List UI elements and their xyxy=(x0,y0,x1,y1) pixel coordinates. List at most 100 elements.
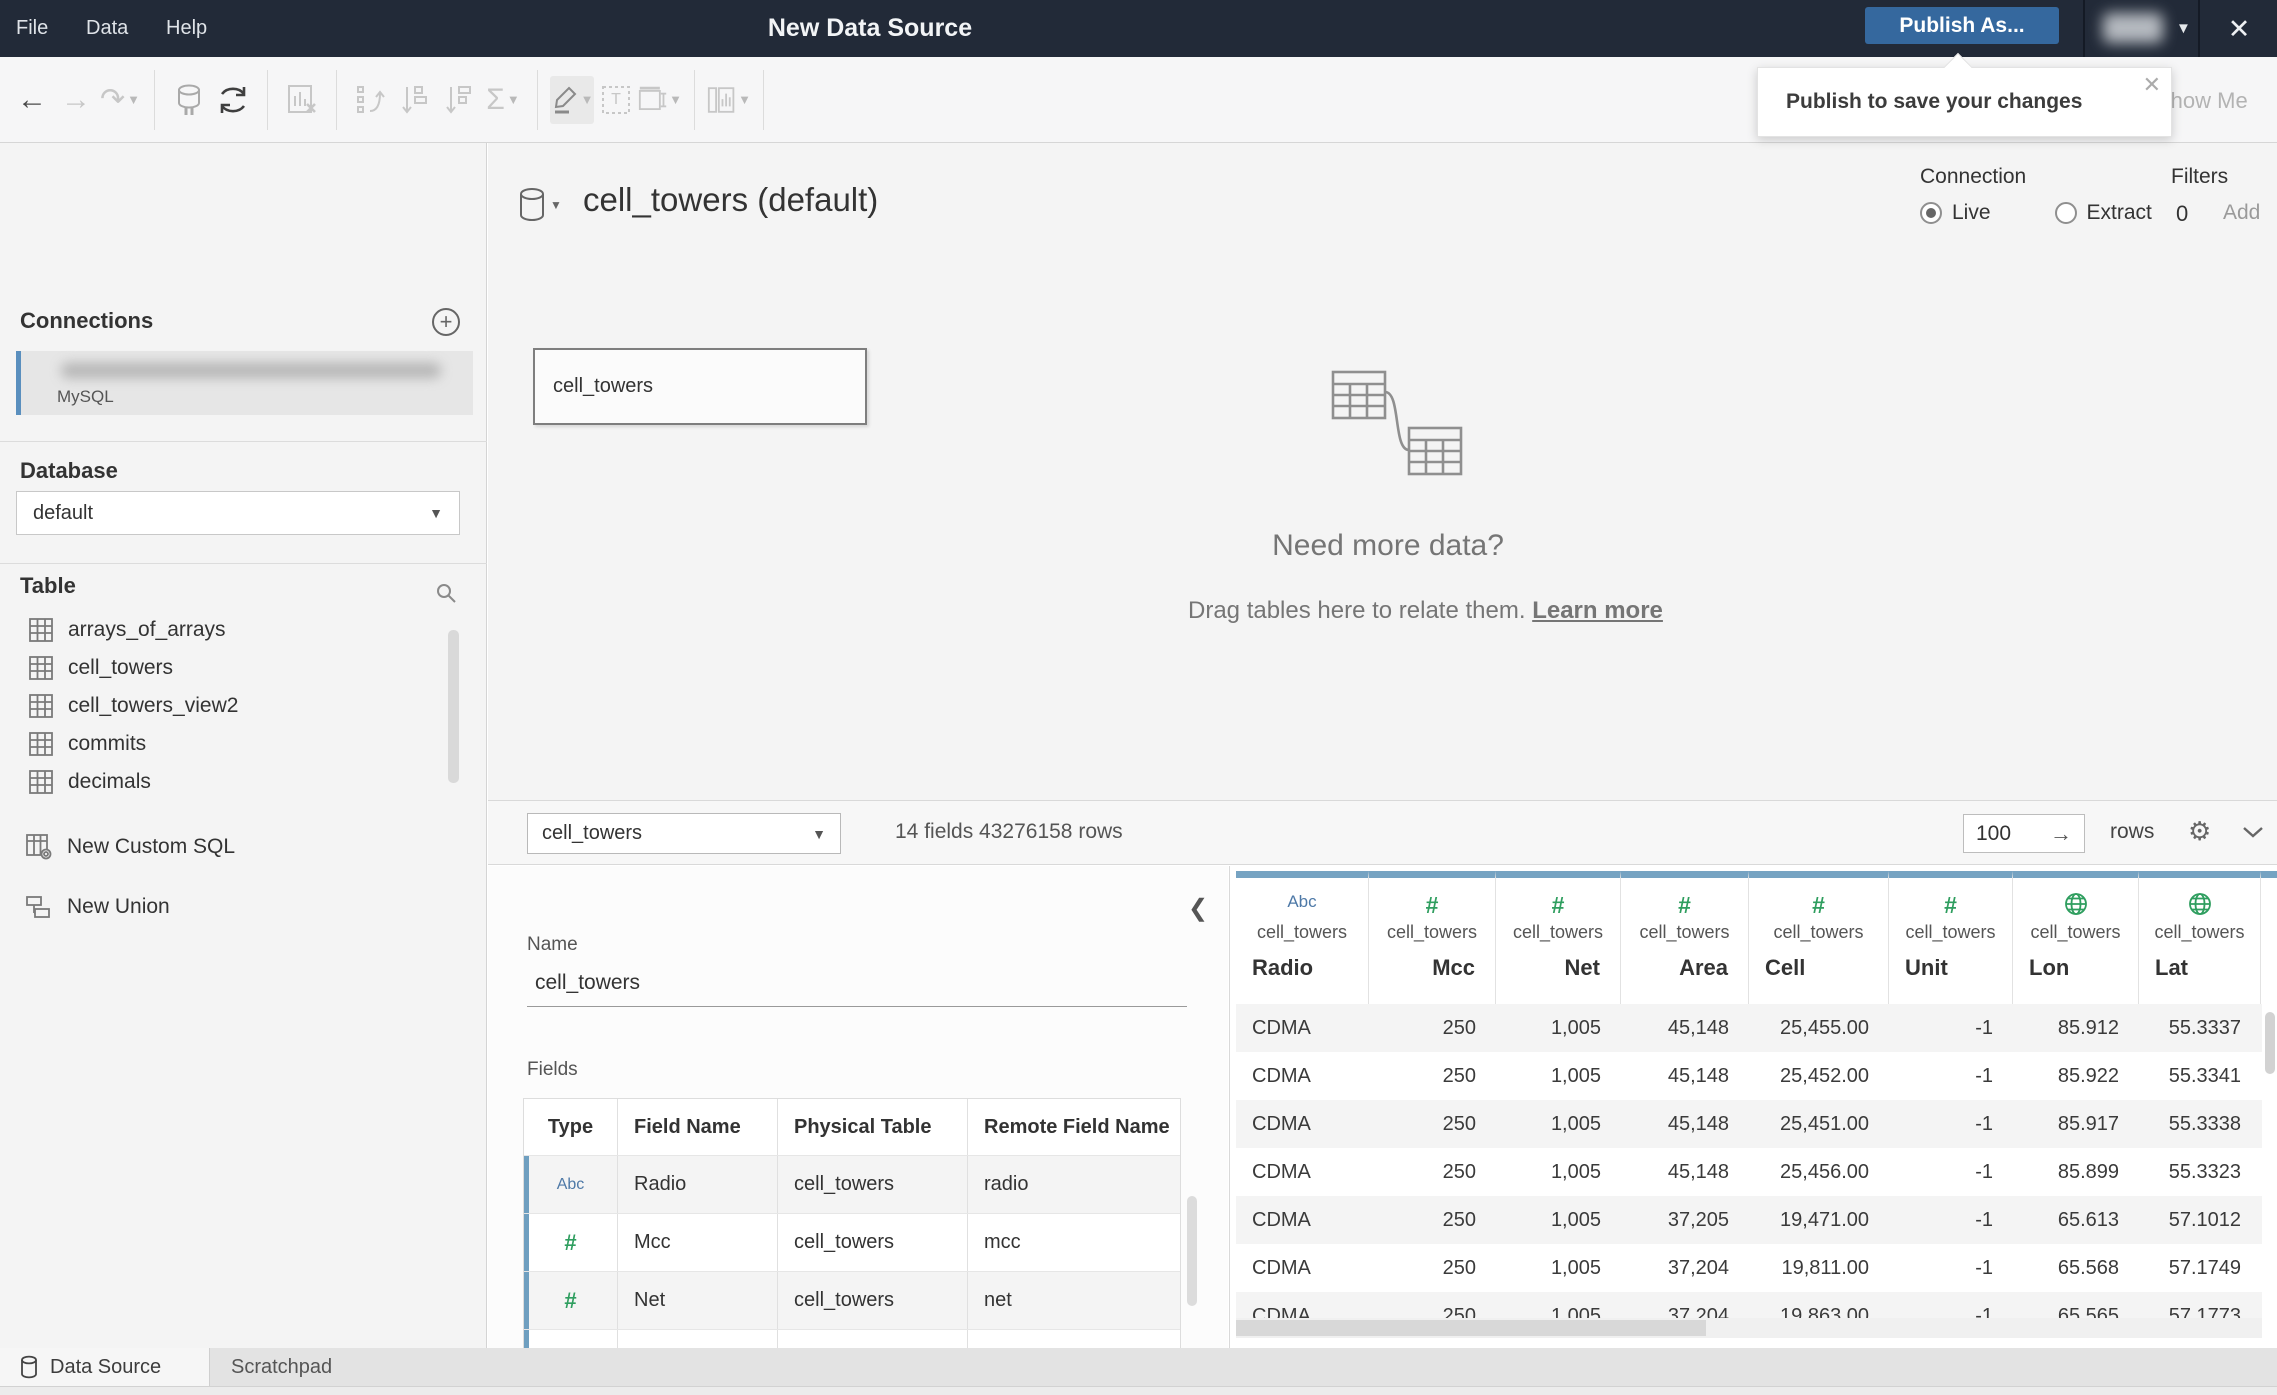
grid-col-lon[interactable]: cell_towers Lon xyxy=(2013,871,2139,1004)
add-connection-icon[interactable]: + xyxy=(432,308,460,336)
cell-unit: -1 xyxy=(1975,1160,1993,1183)
cards-caret-icon[interactable]: ▼ xyxy=(738,92,751,107)
extract-radio-label[interactable]: Extract xyxy=(2087,201,2152,225)
grid-col-name: Lon xyxy=(2029,955,2070,980)
fields-row-radio[interactable]: Abc Radio cell_towers radio xyxy=(524,1155,1180,1213)
grid-col-unit[interactable]: # cell_towers Unit xyxy=(1889,871,2013,1004)
fields-row-mcc[interactable]: # Mcc cell_towers mcc xyxy=(524,1213,1180,1271)
grid-col-name: Mcc xyxy=(1432,955,1475,980)
grid-col-net[interactable]: # cell_towers Net xyxy=(1496,871,1621,1004)
replay-icon[interactable]: ↷ ▼ xyxy=(98,76,142,124)
grid-col-radio[interactable]: Abc cell_towers Radio xyxy=(1236,871,1369,1004)
learn-more-link[interactable]: Learn more xyxy=(1532,597,1663,624)
user-menu-caret-icon[interactable]: ▼ xyxy=(2176,20,2191,37)
cell-lat: 55.3323 xyxy=(2168,1160,2241,1183)
clear-sheet-icon[interactable] xyxy=(280,76,324,124)
apply-row-count-icon[interactable]: → xyxy=(2050,821,2072,847)
cell-mcc: 250 xyxy=(1442,1064,1476,1087)
refresh-icon[interactable] xyxy=(211,76,255,124)
pause-updates-icon[interactable] xyxy=(167,76,211,124)
sidebar-item-commits[interactable]: commits xyxy=(28,727,428,761)
cell-radio: CDMA xyxy=(1252,1112,1311,1135)
table-node-cell-towers[interactable]: cell_towers xyxy=(533,348,867,425)
totals-icon[interactable]: Σ ▼ xyxy=(481,76,525,124)
database-select[interactable]: default ▼ xyxy=(16,491,460,535)
undo-icon[interactable]: ← xyxy=(10,76,54,124)
menu-data[interactable]: Data xyxy=(86,0,128,57)
table-list-scrollbar[interactable] xyxy=(448,630,459,783)
sidebar-item-decimals[interactable]: decimals xyxy=(28,765,428,799)
grid-col-cell[interactable]: # cell_towers Cell xyxy=(1749,871,1889,1004)
swap-rows-columns-icon[interactable] xyxy=(349,76,393,124)
grid-horizontal-scrollbar[interactable] xyxy=(1236,1318,2262,1338)
new-custom-sql-button[interactable]: New Custom SQL xyxy=(25,829,445,865)
cell-area: 45,148 xyxy=(1667,1064,1729,1087)
grid-col-mcc[interactable]: # cell_towers Mcc xyxy=(1369,871,1496,1004)
status-bar xyxy=(0,1386,2277,1395)
grid-row[interactable]: CDMA 250 1,005 37,204 19,863.00 -1 65.56… xyxy=(1236,1292,2262,1318)
row-count-input[interactable]: 100 → xyxy=(1963,814,2085,853)
fields-row-net[interactable]: # Net cell_towers net xyxy=(524,1271,1180,1329)
grid-body: CDMA 250 1,005 45,148 25,455.00 -1 85.91… xyxy=(1236,1004,2262,1318)
fields-table-scrollbar[interactable] xyxy=(1187,1196,1197,1306)
grid-vertical-scrollbar[interactable] xyxy=(2265,1012,2275,1074)
tab-scratchpad[interactable]: Scratchpad xyxy=(219,1348,344,1386)
grid-col-lat[interactable]: cell_towers Lat xyxy=(2139,871,2261,1004)
tab-data-source[interactable]: Data Source xyxy=(0,1348,210,1386)
text-label-icon[interactable]: T xyxy=(594,76,638,124)
grid-hscroll-thumb[interactable] xyxy=(1236,1320,1706,1336)
grid-row[interactable]: CDMA 250 1,005 37,204 19,811.00 -1 65.56… xyxy=(1236,1244,2262,1292)
grid-col-name: Unit xyxy=(1905,955,1948,980)
window-close-button[interactable]: ✕ xyxy=(2222,12,2256,46)
fit-view-icon[interactable]: ▼ xyxy=(638,76,682,124)
grid-row[interactable]: CDMA 250 1,005 45,148 25,452.00 -1 85.92… xyxy=(1236,1052,2262,1100)
datasource-caret-icon[interactable]: ▼ xyxy=(550,198,562,212)
tooltip-close-icon[interactable]: ✕ xyxy=(2143,72,2161,98)
grid-row[interactable]: CDMA 250 1,005 37,205 19,471.00 -1 65.61… xyxy=(1236,1196,2262,1244)
datasource-cylinder-icon[interactable]: ▼ xyxy=(518,187,562,223)
cell-unit: -1 xyxy=(1975,1016,1993,1039)
sidebar-item-arrays-of-arrays[interactable]: arrays_of_arrays xyxy=(28,613,428,647)
highlight-pen-icon[interactable]: ▼ xyxy=(550,75,594,124)
cell-radio: CDMA xyxy=(1252,1064,1311,1087)
connection-item[interactable]: MySQL xyxy=(16,351,473,415)
sort-descending-icon[interactable] xyxy=(437,76,481,124)
table-name: commits xyxy=(68,732,147,755)
grid-col-area[interactable]: # cell_towers Area xyxy=(1621,871,1749,1004)
grid-row[interactable]: CDMA 250 1,005 45,148 25,451.00 -1 85.91… xyxy=(1236,1100,2262,1148)
fit-caret-icon[interactable]: ▼ xyxy=(669,92,682,107)
sidebar-item-cell-towers[interactable]: cell_towers xyxy=(28,651,428,685)
cell-mcc: 250 xyxy=(1442,1016,1476,1039)
grid-row[interactable]: CDMA 250 1,005 45,148 25,456.00 -1 85.89… xyxy=(1236,1148,2262,1196)
rows-label: rows xyxy=(2110,820,2155,843)
show-cards-icon[interactable]: ▼ xyxy=(707,76,751,124)
grid-row[interactable]: CDMA 250 1,005 45,148 25,455.00 -1 85.91… xyxy=(1236,1004,2262,1052)
grid-settings-gear-icon[interactable]: ⚙ xyxy=(2188,816,2211,847)
cell-cell: 25,451.00 xyxy=(1780,1112,1869,1135)
replay-caret-icon[interactable]: ▼ xyxy=(127,92,140,107)
live-radio[interactable] xyxy=(1920,202,1942,224)
publish-as-button[interactable]: Publish As... xyxy=(1865,7,2059,44)
filters-add-link[interactable]: Add xyxy=(2223,201,2260,225)
grid-collapse-chevron-icon[interactable] xyxy=(2240,823,2266,846)
menu-help[interactable]: Help xyxy=(166,0,207,57)
name-value[interactable]: cell_towers xyxy=(535,971,640,995)
cell-radio: CDMA xyxy=(1252,1256,1311,1279)
sidebar-item-cell-towers-view2[interactable]: cell_towers_view2 xyxy=(28,689,428,723)
toolbar-separator xyxy=(537,69,538,130)
new-union-button[interactable]: New Union xyxy=(25,889,445,925)
physical-table: cell_towers xyxy=(778,1272,968,1329)
highlight-caret-icon[interactable]: ▼ xyxy=(581,92,594,107)
grid-col-table: cell_towers xyxy=(1905,922,1996,942)
user-avatar[interactable] xyxy=(2103,13,2163,43)
number-type-icon: # xyxy=(1678,892,1691,918)
extract-radio[interactable] xyxy=(2054,202,2077,224)
collapse-panel-icon[interactable]: ❮ xyxy=(1188,894,1208,923)
totals-caret-icon[interactable]: ▼ xyxy=(507,92,520,107)
table-selector[interactable]: cell_towers ▼ xyxy=(527,813,841,854)
menu-file[interactable]: File xyxy=(16,0,48,57)
live-radio-label[interactable]: Live xyxy=(1952,201,1991,225)
table-search-icon[interactable] xyxy=(434,581,458,610)
sort-ascending-icon[interactable] xyxy=(393,76,437,124)
redo-icon[interactable]: → xyxy=(54,76,98,124)
